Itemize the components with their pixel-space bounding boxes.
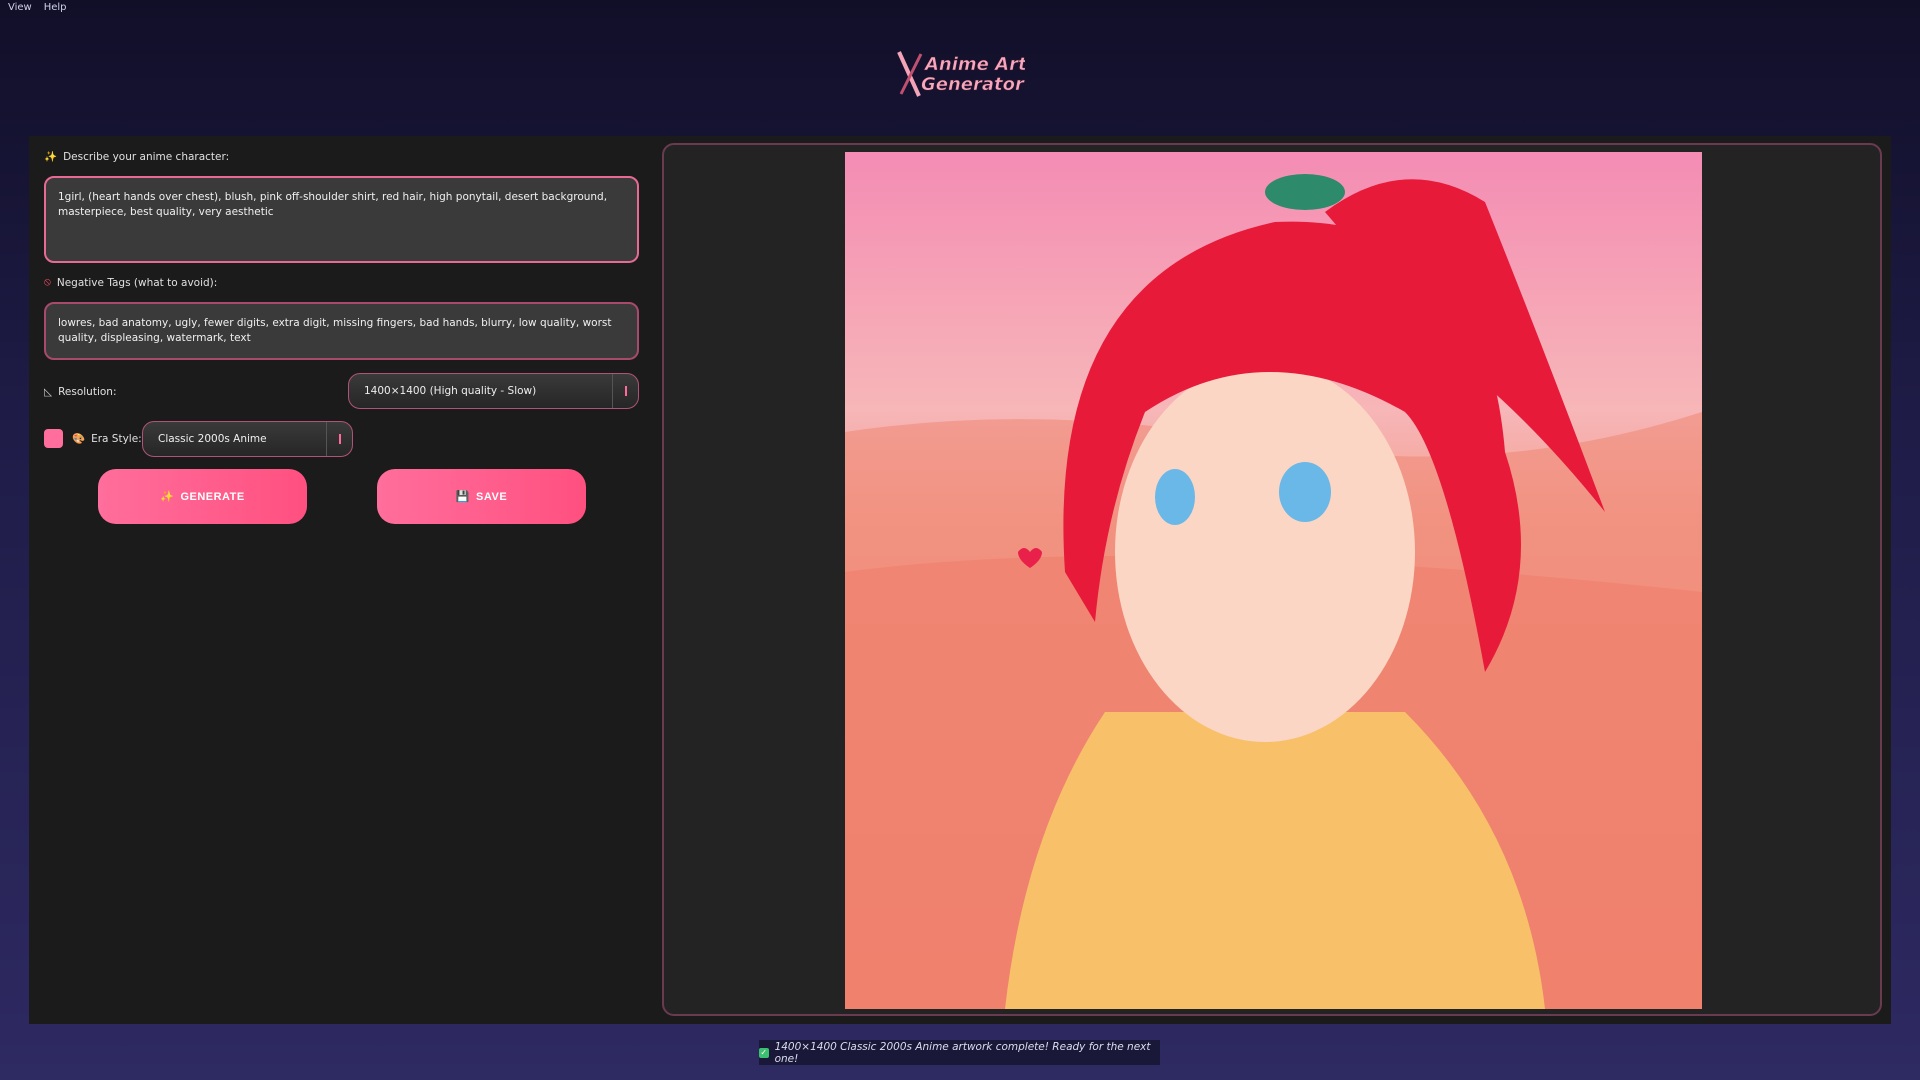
no-entry-icon: ⦸ [44, 276, 51, 289]
app-logo: Anime Art Generator [891, 44, 1025, 102]
prompt-textarea[interactable]: 1girl, (heart hands over chest), blush, … [44, 176, 639, 263]
triangle-ruler-icon: ◺ [44, 386, 52, 398]
era-label: 🎨Era Style: [72, 432, 142, 445]
era-checkbox[interactable] [44, 429, 63, 448]
negative-label: ⦸Negative Tags (what to avoid): [44, 276, 217, 289]
menu-view[interactable]: View [8, 2, 32, 13]
dropdown-arrow-icon[interactable] [326, 422, 352, 456]
save-button[interactable]: 💾SAVE [377, 469, 586, 524]
palette-icon: 🎨 [72, 432, 85, 445]
generated-artwork [845, 152, 1702, 1009]
floppy-disk-icon: 💾 [456, 490, 470, 503]
check-icon: ✓ [759, 1048, 769, 1058]
era-style-dropdown[interactable]: Classic 2000s Anime [142, 421, 353, 457]
main-panel: ✨Describe your anime character: 1girl, (… [29, 136, 1891, 1024]
svg-text:Generator: Generator [921, 74, 1025, 95]
sparkles-icon: ✨ [44, 150, 57, 163]
svg-text:Anime Art: Anime Art [923, 54, 1025, 75]
dropdown-arrow-icon[interactable] [612, 374, 638, 408]
resolution-label: ◺Resolution: [44, 386, 116, 398]
status-bar: ✓ 1400×1400 Classic 2000s Anime artwork … [759, 1040, 1160, 1065]
resolution-dropdown[interactable]: 1400×1400 (High quality - Slow) [348, 373, 639, 409]
prompt-label: ✨Describe your anime character: [44, 150, 229, 163]
menu-bar: View Help [8, 2, 67, 13]
sparkles-icon: ✨ [160, 490, 174, 503]
generate-button[interactable]: ✨GENERATE [98, 469, 307, 524]
menu-help[interactable]: Help [44, 2, 67, 13]
negative-textarea[interactable]: lowres, bad anatomy, ugly, fewer digits,… [44, 302, 639, 360]
image-preview-frame [662, 143, 1882, 1016]
